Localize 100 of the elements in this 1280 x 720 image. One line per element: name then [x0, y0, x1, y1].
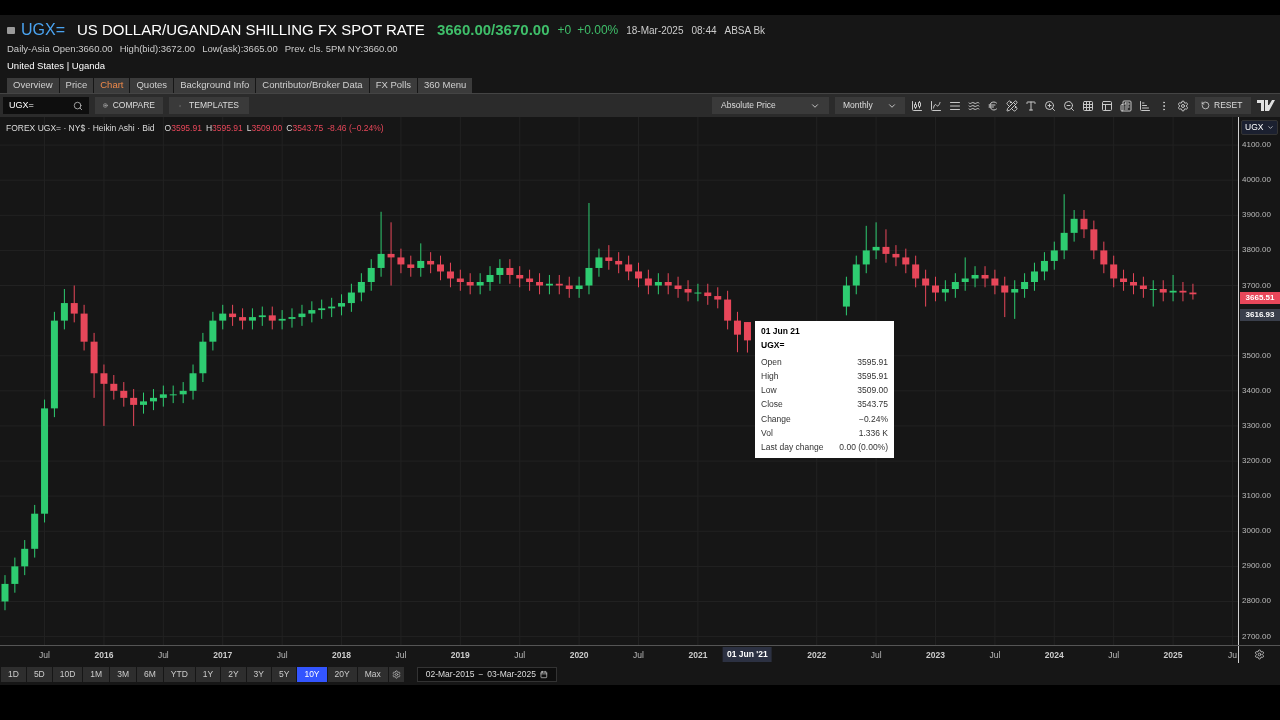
news-icon[interactable] [1120, 99, 1132, 112]
range-button[interactable]: 5Y [272, 666, 297, 682]
line-chart-icon[interactable] [930, 99, 942, 112]
nav-tab[interactable]: 360 Menu [418, 77, 473, 94]
candle [694, 283, 702, 302]
candle [100, 364, 108, 427]
interval-dropdown[interactable]: Monthly [835, 97, 905, 114]
candle [1060, 193, 1068, 260]
y-axis-label: 3700.00 [1242, 279, 1271, 292]
candle [229, 304, 237, 327]
candle [308, 300, 316, 323]
nav-tab[interactable]: Overview [7, 77, 59, 94]
price-type-dropdown[interactable]: Absolute Price [712, 97, 829, 114]
reset-button[interactable]: RESET [1195, 97, 1251, 114]
range-button[interactable]: YTD [163, 666, 195, 682]
candle [595, 248, 603, 278]
waves-icon[interactable] [968, 99, 980, 112]
tooltip-date: 01 Jun 21 [761, 325, 801, 338]
range-button[interactable]: 3Y [246, 666, 271, 682]
bar-chart-icon[interactable] [1139, 99, 1151, 112]
candle [486, 265, 494, 292]
nav-tab[interactable]: Contributor/Broker Data [256, 77, 369, 94]
candle [635, 262, 642, 288]
x-axis-label: Jul [989, 649, 1001, 662]
candle [219, 304, 227, 330]
nav-tab[interactable]: Background Info [174, 77, 256, 94]
range-button[interactable]: 5D [26, 666, 52, 682]
candle [169, 385, 177, 404]
range-button[interactable]: 2Y [221, 666, 246, 682]
compare-button[interactable]: COMPARE [95, 97, 163, 114]
candle [1110, 255, 1118, 288]
y-axis-label: 3000.00 [1242, 525, 1271, 538]
text-icon[interactable] [1025, 99, 1037, 112]
candle [882, 228, 890, 264]
currency-dropdown[interactable]: UGX [1241, 120, 1278, 135]
range-button[interactable]: 6M [136, 666, 163, 682]
range-button[interactable]: 1Y [195, 666, 221, 682]
tooltip-label: Vol [761, 426, 773, 440]
tooltip-label: Open [761, 355, 782, 369]
candle [1, 574, 9, 611]
range-button[interactable]: 10Y [297, 666, 327, 682]
crosshair-date-label: 01 Jun '21 [723, 647, 772, 662]
y-axis-label: 3100.00 [1242, 490, 1271, 503]
candle [912, 255, 920, 288]
reset-icon [1201, 101, 1210, 110]
range-button[interactable]: Max [357, 666, 388, 682]
candle [209, 311, 217, 351]
euro-icon[interactable] [987, 99, 999, 112]
price-info: Prev. cls. 5PM NY:3660.00 [284, 42, 398, 56]
location: United States | Uganda [7, 59, 107, 74]
candle [991, 269, 999, 295]
candle [387, 221, 395, 286]
candle [922, 269, 930, 308]
candle [1189, 283, 1197, 301]
range-button[interactable]: 3M [110, 666, 136, 682]
x-axis-label: 2024 [1044, 649, 1064, 662]
candles-icon[interactable] [911, 99, 923, 112]
date-range-field[interactable]: 02-Mar-2015 − 03-Mar-2025 [416, 666, 557, 682]
candle [1169, 274, 1177, 302]
x-axis-label: 2025 [1163, 649, 1183, 662]
range-button[interactable]: 1D [1, 666, 26, 682]
nav-tab[interactable]: FX Polls [369, 77, 417, 94]
tooltip-value: 1.336 K [858, 426, 888, 440]
x-axis-label: Jul [870, 649, 882, 662]
tooltip-label: Change [761, 412, 791, 426]
candle [862, 225, 870, 274]
candle [743, 321, 751, 354]
candle [842, 276, 850, 316]
table-icon[interactable] [1082, 99, 1094, 112]
tooltip-value: 3543.75 [857, 398, 888, 411]
range-button[interactable]: 20Y [327, 666, 357, 682]
range-button[interactable]: 1M [83, 666, 110, 682]
candle [110, 374, 118, 401]
settings-icon[interactable] [1177, 99, 1189, 112]
panel-icon[interactable] [1101, 99, 1113, 112]
zoom-out-icon[interactable] [1063, 99, 1075, 112]
candle [278, 309, 286, 330]
y-axis-label: 3300.00 [1242, 419, 1271, 432]
zoom-in-icon[interactable] [1044, 99, 1056, 112]
draw-tool-icon[interactable] [1006, 99, 1018, 112]
tooltip-value: 0.00 (0.00%) [839, 441, 888, 454]
candle [189, 364, 197, 401]
search-field[interactable]: UGX= [3, 97, 89, 114]
y-axis-label: 2700.00 [1242, 630, 1271, 643]
price-marker: 3665.51 [1240, 291, 1280, 304]
candle [684, 279, 692, 302]
price-info: Low(ask):3665.00 [202, 42, 278, 56]
nav-tab[interactable]: Chart [94, 77, 130, 94]
rows-icon[interactable] [949, 99, 961, 112]
candle [407, 255, 415, 278]
candle [1159, 279, 1167, 302]
range-button[interactable]: 10D [52, 666, 83, 682]
nav-tab[interactable]: Quotes [130, 77, 174, 94]
range-settings-button[interactable] [388, 666, 404, 682]
candle [427, 251, 435, 274]
candle [872, 221, 880, 260]
candle [120, 381, 128, 408]
templates-button[interactable]: TEMPLATES [169, 97, 249, 114]
nav-tab[interactable]: Price [59, 77, 94, 94]
calendar-icon [540, 669, 548, 679]
